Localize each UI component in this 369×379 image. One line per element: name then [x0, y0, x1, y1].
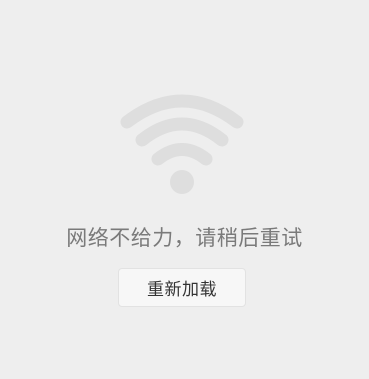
- error-message: 网络不给力，请稍后重试: [66, 226, 303, 250]
- wifi-arc-middle: [135, 117, 229, 147]
- wifi-dot: [170, 170, 194, 194]
- wifi-icon: [120, 94, 244, 194]
- reload-button[interactable]: 重新加载: [118, 268, 246, 307]
- network-error-view: 网络不给力，请稍后重试 重新加载: [0, 0, 369, 379]
- wifi-arc-inner: [151, 143, 213, 166]
